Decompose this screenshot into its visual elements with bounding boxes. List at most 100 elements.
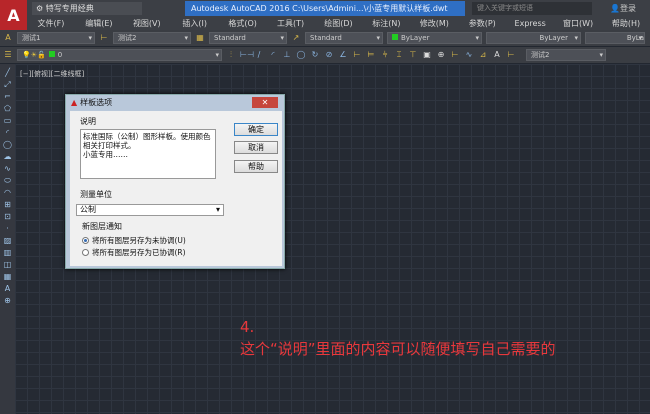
dim-style-select[interactable]: 测试2	[113, 32, 191, 44]
line-icon[interactable]: ╱	[3, 68, 13, 78]
radio-dot-selected	[82, 237, 89, 244]
mtext-icon[interactable]: A	[3, 284, 13, 294]
center-mark-icon[interactable]: ⊕	[436, 50, 446, 60]
dim-text-edit-icon[interactable]: A	[492, 50, 502, 60]
color-select[interactable]: ByLayer	[387, 32, 482, 44]
ellipse-icon[interactable]: ⬭	[3, 176, 13, 186]
radio-label: 将所有图层另存为已协调(R)	[92, 248, 186, 257]
tolerance-icon[interactable]: ▣	[422, 50, 432, 60]
layer-manager-icon[interactable]: ☰	[3, 50, 13, 60]
layer-tool-icon[interactable]: ⫶	[226, 50, 236, 60]
menu-tools[interactable]: 工具(T)	[267, 17, 315, 30]
dim-break-icon[interactable]: ⊤	[408, 50, 418, 60]
menu-modify[interactable]: 修改(M)	[410, 17, 458, 30]
menu-express[interactable]: Express	[506, 17, 554, 30]
help-button[interactable]: 帮助	[234, 160, 278, 173]
text-style-select[interactable]: 测试1	[17, 32, 95, 44]
user-icon: 👤	[610, 4, 620, 13]
unit-select[interactable]: 公制	[76, 204, 224, 216]
menu-draw[interactable]: 绘图(D)	[315, 17, 363, 30]
inspect-icon[interactable]: ⊢	[450, 50, 460, 60]
radio-unreconciled[interactable]: 将所有图层另存为未协调(U)	[82, 235, 186, 246]
text-style-icon: A	[5, 33, 11, 42]
viewport-controls[interactable]: [−][俯视][二维线框]	[20, 69, 84, 79]
gradient-icon[interactable]: ▥	[3, 248, 13, 258]
menu-help[interactable]: 帮助(H)	[602, 17, 650, 30]
dim-update-icon[interactable]: ⊢	[506, 50, 516, 60]
menu-format[interactable]: 格式(O)	[219, 17, 267, 30]
mleader-style-icon: ↗	[292, 33, 300, 42]
dim-jogged-icon[interactable]: ↻	[310, 50, 320, 60]
mleader-style-select[interactable]: Standard	[305, 32, 383, 44]
table-icon[interactable]: ▦	[3, 272, 13, 282]
radio-reconciled[interactable]: 将所有图层另存为已协调(R)	[82, 247, 186, 258]
styles-toolbar: A 测试1 ⊢ 测试2 ▦ Standard ↗ Standard ByLaye…	[0, 30, 650, 46]
dim-radius-icon[interactable]: ◯	[296, 50, 306, 60]
dim-diameter-icon[interactable]: ⊘	[324, 50, 334, 60]
cancel-button[interactable]: 取消	[234, 141, 278, 154]
ellipse-arc-icon[interactable]: ◠	[3, 188, 13, 198]
circle-icon[interactable]: ◯	[3, 140, 13, 150]
autocad-logo-icon: ▲	[71, 98, 78, 107]
hatch-icon[interactable]: ▨	[3, 236, 13, 246]
quick-dim-icon[interactable]: ⊢	[352, 50, 362, 60]
insert-block-icon[interactable]: ⊞	[3, 200, 13, 210]
unit-label: 测量单位	[80, 190, 112, 199]
layer-select[interactable]: 💡☀🔓 0	[17, 49, 222, 61]
workspace-dropdown[interactable]: ⚙ 特写专用经典	[32, 2, 142, 15]
menu-window[interactable]: 窗口(W)	[554, 17, 602, 30]
dim-style-select-2[interactable]: 测试2	[526, 49, 606, 61]
revcloud-icon[interactable]: ☁	[3, 152, 13, 162]
arc-icon[interactable]: ◜	[3, 128, 13, 138]
dim-edit-icon[interactable]: ⊿	[478, 50, 488, 60]
dim-ordinate-icon[interactable]: ⊥	[282, 50, 292, 60]
spline-icon[interactable]: ∿	[3, 164, 13, 174]
color-value: ByLayer	[401, 34, 430, 42]
app-logo-button[interactable]: A	[0, 0, 27, 30]
continue-dim-icon[interactable]: ⫩	[380, 50, 390, 60]
dim-space-icon[interactable]: ⌶	[394, 50, 404, 60]
login-button[interactable]: 👤登录	[610, 2, 636, 15]
draw-toolbar: ╱ ⤢ ⌐ ⬠ ▭ ◜ ◯ ☁ ∿ ⬭ ◠ ⊞ ⊡ · ▨ ▥ ◫ ▦ A ⊕	[0, 64, 15, 414]
point-icon[interactable]: ·	[3, 224, 13, 234]
region-icon[interactable]: ◫	[3, 260, 13, 270]
gear-icon: ⚙	[36, 4, 46, 13]
menu-edit[interactable]: 编辑(E)	[75, 17, 123, 30]
table-style-select[interactable]: Standard	[209, 32, 287, 44]
ok-button[interactable]: 确定	[234, 123, 278, 136]
dim-angular-icon[interactable]: ∠	[338, 50, 348, 60]
search-input[interactable]: 键入关键字或短语	[472, 2, 592, 15]
jogged-linear-icon[interactable]: ∿	[464, 50, 474, 60]
menu-dimension[interactable]: 标注(N)	[362, 17, 410, 30]
linetype-select[interactable]: ByLayer	[486, 32, 581, 44]
make-block-icon[interactable]: ⊡	[3, 212, 13, 222]
bulb-icon: 💡☀🔓	[22, 51, 46, 59]
menu-file[interactable]: 文件(F)	[27, 17, 75, 30]
layers-toolbar: ☰ 💡☀🔓0 ⫶ ⊢⊣ ∕ ◜ ⊥ ◯ ↻ ⊘ ∠ ⊢ ⊨ ⫩ ⌶ ⊤ ▣ ⊕ …	[0, 47, 650, 63]
dim-aligned-icon[interactable]: ∕	[254, 50, 264, 60]
dim-linear-icon[interactable]: ⊢⊣	[240, 50, 254, 60]
lineweight-select[interactable]: ByLa	[585, 32, 645, 44]
annotation-step: 4.	[240, 318, 255, 336]
menu-insert[interactable]: 插入(I)	[171, 17, 219, 30]
polyline-icon[interactable]: ⌐	[3, 92, 13, 102]
description-textarea[interactable]: 标准国际（公制）图形样板。使用颜色相关打印样式。 小蓝专用……	[80, 129, 216, 179]
dialog-title: 样板选项	[80, 98, 113, 107]
layer-name: 0	[57, 51, 63, 59]
menu-view[interactable]: 视图(V)	[123, 17, 171, 30]
dim-arc-icon[interactable]: ◜	[268, 50, 278, 60]
rectangle-icon[interactable]: ▭	[3, 116, 13, 126]
workspace-name: 特写专用经典	[45, 4, 94, 13]
add-selected-icon[interactable]: ⊕	[3, 296, 13, 306]
polygon-icon[interactable]: ⬠	[3, 104, 13, 114]
menu-bar: 文件(F) 编辑(E) 视图(V) 插入(I) 格式(O) 工具(T) 绘图(D…	[27, 17, 650, 30]
close-button[interactable]: ✕	[252, 97, 278, 108]
app-title: Autodesk AutoCAD 2016 C:\Users\Admini...…	[185, 1, 465, 16]
baseline-dim-icon[interactable]: ⊨	[366, 50, 376, 60]
radio-label: 将所有图层另存为未协调(U)	[92, 236, 186, 245]
annotation-note: 4. 这个“说明”里面的内容可以随便填写自己需要的	[240, 316, 556, 360]
construction-line-icon[interactable]: ⤢	[3, 80, 13, 90]
radio-dot	[82, 249, 89, 256]
layer-notify-label: 新图层通知	[82, 222, 122, 231]
menu-parameters[interactable]: 参数(P)	[458, 17, 506, 30]
